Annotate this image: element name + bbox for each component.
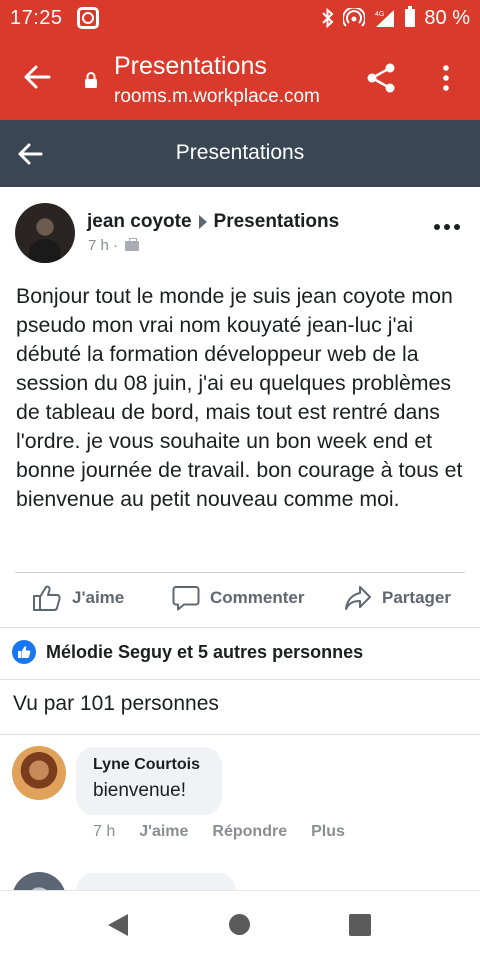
group-arrow-icon [198, 215, 207, 229]
divider [0, 734, 480, 735]
post-meta: 7 h · [88, 237, 140, 254]
status-time: 17:25 [10, 6, 63, 29]
post-options-icon[interactable] [434, 224, 460, 230]
comment-icon [172, 586, 200, 611]
thumbs-up-icon [33, 585, 61, 611]
like-reaction-icon [12, 640, 36, 664]
commenter-avatar[interactable] [12, 746, 66, 800]
browser-url[interactable]: rooms.m.workplace.com [114, 86, 320, 108]
share-button[interactable]: Partager [344, 584, 451, 612]
reactions-text: Mélodie Seguy et 5 autres personnes [46, 641, 364, 662]
divider [0, 679, 480, 680]
signal-4g-icon: 4G [375, 10, 395, 27]
status-bar: 17:25 4G 80 % [0, 0, 480, 36]
hotspot-icon [343, 8, 366, 27]
comment-like-button[interactable]: J'aime [139, 823, 188, 841]
browser-toolbar: Presentations rooms.m.workplace.com [0, 36, 480, 120]
comment-time: 7 h [93, 823, 116, 840]
share-label: Partager [382, 588, 451, 607]
share-icon[interactable] [366, 62, 396, 94]
screen-record-icon [76, 7, 99, 29]
bluetooth-icon [322, 8, 334, 28]
post-time[interactable]: 7 h · [88, 237, 118, 254]
post-group-name[interactable]: Presentations [214, 211, 340, 233]
post-author-name[interactable]: jean coyote [87, 211, 192, 233]
page-header: Presentations [0, 120, 480, 187]
comment-actions: 7 h J'aime Répondre Plus [93, 823, 369, 841]
post-author-line: jean coyote Presentations [87, 211, 339, 233]
reactions-summary[interactable]: Mélodie Seguy et 5 autres personnes [12, 640, 363, 664]
post-body: Bonjour tout le monde je suis jean coyot… [16, 284, 463, 511]
comment-reply-button[interactable]: Répondre [212, 823, 287, 841]
like-label: J'aime [72, 588, 125, 607]
overflow-menu-icon[interactable] [438, 64, 454, 92]
divider [0, 627, 480, 628]
svg-text:4G: 4G [375, 11, 384, 18]
author-avatar[interactable] [15, 203, 75, 263]
divider [15, 572, 465, 573]
battery-icon [405, 6, 416, 27]
comment-button[interactable]: Commenter [172, 584, 304, 612]
seen-by[interactable]: Vu par 101 personnes [13, 692, 219, 716]
comment-more-button[interactable]: Plus [311, 823, 345, 841]
comment-author[interactable]: Lyne Courtois [93, 756, 222, 774]
nav-back-icon[interactable] [108, 914, 128, 936]
page-title: Presentations [175, 141, 305, 164]
post-actions: J'aime Commenter Partager [0, 580, 480, 620]
share-arrow-icon [345, 586, 371, 610]
comment-bubble: Lyne Courtois bienvenue! [76, 747, 222, 815]
nav-home-icon[interactable] [229, 914, 250, 935]
system-nav-bar [0, 890, 480, 960]
work-group-icon [125, 237, 140, 251]
comment-text: bienvenue! [93, 780, 186, 801]
like-button[interactable]: J'aime [32, 584, 124, 612]
lock-icon [85, 72, 97, 88]
browser-back-icon[interactable] [22, 62, 52, 92]
browser-page-title: Presentations [114, 52, 267, 80]
nav-recents-icon[interactable] [349, 914, 371, 936]
status-indicators: 4G 80 % [322, 6, 470, 30]
battery-level: 80 % [424, 6, 470, 29]
comment-label: Commenter [210, 588, 305, 607]
